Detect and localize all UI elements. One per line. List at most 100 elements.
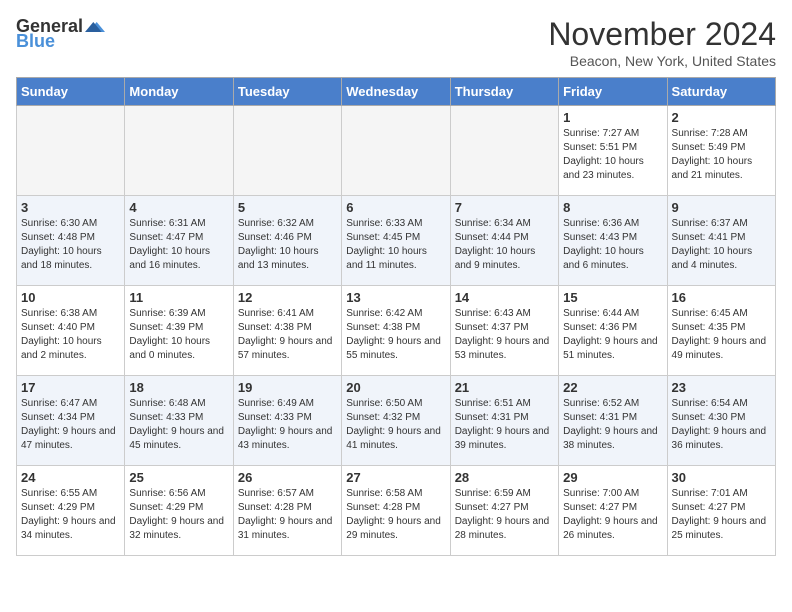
day-number: 21 [455, 380, 554, 395]
day-number: 30 [672, 470, 771, 485]
day-number: 3 [21, 200, 120, 215]
day-info: Sunrise: 7:00 AM Sunset: 4:27 PM Dayligh… [563, 487, 662, 543]
calendar-cell: 14 Sunrise: 6:43 AM Sunset: 4:37 PM Dayli… [450, 286, 558, 376]
logo-icon [85, 17, 105, 37]
day-number: 9 [672, 200, 771, 215]
day-info: Sunrise: 6:36 AM Sunset: 4:43 PM Dayligh… [563, 217, 662, 273]
week-row-5: 24 Sunrise: 6:55 AM Sunset: 4:29 PM Dayli… [17, 466, 776, 556]
day-number: 24 [21, 470, 120, 485]
calendar-cell: 20 Sunrise: 6:50 AM Sunset: 4:32 PM Dayli… [342, 376, 450, 466]
day-info: Sunrise: 6:58 AM Sunset: 4:28 PM Dayligh… [346, 487, 445, 543]
day-info: Sunrise: 6:54 AM Sunset: 4:30 PM Dayligh… [672, 397, 771, 453]
calendar-cell: 4Sunrise: 6:31 AM Sunset: 4:47 PM Daylig… [125, 196, 233, 286]
calendar-cell: 8 Sunrise: 6:36 AM Sunset: 4:43 PM Daylig… [559, 196, 667, 286]
day-number: 28 [455, 470, 554, 485]
day-number: 23 [672, 380, 771, 395]
calendar-cell: 21Sunrise: 6:51 AM Sunset: 4:31 PM Dayli… [450, 376, 558, 466]
calendar-cell: 5Sunrise: 6:32 AM Sunset: 4:46 PM Daylig… [233, 196, 341, 286]
day-number: 10 [21, 290, 120, 305]
week-row-3: 10Sunrise: 6:38 AM Sunset: 4:40 PM Dayli… [17, 286, 776, 376]
header-row: SundayMondayTuesdayWednesdayThursdayFrid… [17, 78, 776, 106]
day-info: Sunrise: 6:55 AM Sunset: 4:29 PM Dayligh… [21, 487, 120, 543]
day-info: Sunrise: 6:39 AM Sunset: 4:39 PM Dayligh… [129, 307, 228, 363]
calendar-table: SundayMondayTuesdayWednesdayThursdayFrid… [16, 77, 776, 556]
day-number: 25 [129, 470, 228, 485]
day-info: Sunrise: 6:49 AM Sunset: 4:33 PM Dayligh… [238, 397, 337, 453]
calendar-cell: 1 Sunrise: 7:27 AM Sunset: 5:51 PM Daylig… [559, 106, 667, 196]
day-number: 8 [563, 200, 662, 215]
calendar-cell: 27 Sunrise: 6:58 AM Sunset: 4:28 PM Dayli… [342, 466, 450, 556]
day-info: Sunrise: 6:52 AM Sunset: 4:31 PM Dayligh… [563, 397, 662, 453]
calendar-cell: 30 Sunrise: 7:01 AM Sunset: 4:27 PM Dayli… [667, 466, 775, 556]
calendar-cell: 15 Sunrise: 6:44 AM Sunset: 4:36 PM Dayli… [559, 286, 667, 376]
day-info: Sunrise: 6:44 AM Sunset: 4:36 PM Dayligh… [563, 307, 662, 363]
day-number: 13 [346, 290, 445, 305]
day-info: Sunrise: 6:56 AM Sunset: 4:29 PM Dayligh… [129, 487, 228, 543]
calendar-cell: 13 Sunrise: 6:42 AM Sunset: 4:38 PM Dayli… [342, 286, 450, 376]
calendar-cell: 25 Sunrise: 6:56 AM Sunset: 4:29 PM Dayli… [125, 466, 233, 556]
header-wednesday: Wednesday [342, 78, 450, 106]
calendar-cell: 19 Sunrise: 6:49 AM Sunset: 4:33 PM Dayli… [233, 376, 341, 466]
calendar-cell: 11 Sunrise: 6:39 AM Sunset: 4:39 PM Dayli… [125, 286, 233, 376]
header-sunday: Sunday [17, 78, 125, 106]
day-info: Sunrise: 6:48 AM Sunset: 4:33 PM Dayligh… [129, 397, 228, 453]
week-row-2: 3 Sunrise: 6:30 AM Sunset: 4:48 PM Daylig… [17, 196, 776, 286]
day-info: Sunrise: 6:34 AM Sunset: 4:44 PM Dayligh… [455, 217, 554, 273]
day-number: 19 [238, 380, 337, 395]
day-number: 29 [563, 470, 662, 485]
calendar-cell [125, 106, 233, 196]
header-thursday: Thursday [450, 78, 558, 106]
calendar-cell [233, 106, 341, 196]
calendar-cell: 24 Sunrise: 6:55 AM Sunset: 4:29 PM Dayli… [17, 466, 125, 556]
calendar-cell: 3 Sunrise: 6:30 AM Sunset: 4:48 PM Daylig… [17, 196, 125, 286]
day-number: 6 [346, 200, 445, 215]
day-info: Sunrise: 7:28 AM Sunset: 5:49 PM Dayligh… [672, 127, 771, 183]
calendar-cell: 28Sunrise: 6:59 AM Sunset: 4:27 PM Dayli… [450, 466, 558, 556]
calendar-cell: 6 Sunrise: 6:33 AM Sunset: 4:45 PM Daylig… [342, 196, 450, 286]
day-number: 1 [563, 110, 662, 125]
month-title: November 2024 [548, 16, 776, 53]
logo: General Blue [16, 16, 105, 52]
day-number: 26 [238, 470, 337, 485]
day-info: Sunrise: 6:41 AM Sunset: 4:38 PM Dayligh… [238, 307, 337, 363]
calendar-cell: 16Sunrise: 6:45 AM Sunset: 4:35 PM Dayli… [667, 286, 775, 376]
header-friday: Friday [559, 78, 667, 106]
day-info: Sunrise: 6:37 AM Sunset: 4:41 PM Dayligh… [672, 217, 771, 273]
day-number: 12 [238, 290, 337, 305]
calendar-cell: 2 Sunrise: 7:28 AM Sunset: 5:49 PM Daylig… [667, 106, 775, 196]
day-info: Sunrise: 6:32 AM Sunset: 4:46 PM Dayligh… [238, 217, 337, 273]
day-info: Sunrise: 6:43 AM Sunset: 4:37 PM Dayligh… [455, 307, 554, 363]
day-number: 27 [346, 470, 445, 485]
day-number: 18 [129, 380, 228, 395]
calendar-cell [450, 106, 558, 196]
day-info: Sunrise: 6:45 AM Sunset: 4:35 PM Dayligh… [672, 307, 771, 363]
day-number: 17 [21, 380, 120, 395]
day-info: Sunrise: 6:33 AM Sunset: 4:45 PM Dayligh… [346, 217, 445, 273]
day-info: Sunrise: 7:01 AM Sunset: 4:27 PM Dayligh… [672, 487, 771, 543]
header-saturday: Saturday [667, 78, 775, 106]
calendar-cell: 26 Sunrise: 6:57 AM Sunset: 4:28 PM Dayli… [233, 466, 341, 556]
day-info: Sunrise: 6:42 AM Sunset: 4:38 PM Dayligh… [346, 307, 445, 363]
logo-blue-text: Blue [16, 31, 55, 52]
day-number: 15 [563, 290, 662, 305]
day-info: Sunrise: 6:50 AM Sunset: 4:32 PM Dayligh… [346, 397, 445, 453]
day-info: Sunrise: 6:30 AM Sunset: 4:48 PM Dayligh… [21, 217, 120, 273]
day-info: Sunrise: 7:27 AM Sunset: 5:51 PM Dayligh… [563, 127, 662, 183]
location: Beacon, New York, United States [548, 53, 776, 69]
day-number: 7 [455, 200, 554, 215]
day-number: 11 [129, 290, 228, 305]
calendar-cell [17, 106, 125, 196]
calendar-cell: 17Sunrise: 6:47 AM Sunset: 4:34 PM Dayli… [17, 376, 125, 466]
week-row-4: 17Sunrise: 6:47 AM Sunset: 4:34 PM Dayli… [17, 376, 776, 466]
header: General Blue November 2024 Beacon, New Y… [16, 16, 776, 69]
calendar-cell: 7 Sunrise: 6:34 AM Sunset: 4:44 PM Daylig… [450, 196, 558, 286]
day-info: Sunrise: 6:31 AM Sunset: 4:47 PM Dayligh… [129, 217, 228, 273]
day-number: 2 [672, 110, 771, 125]
header-tuesday: Tuesday [233, 78, 341, 106]
day-info: Sunrise: 6:57 AM Sunset: 4:28 PM Dayligh… [238, 487, 337, 543]
calendar-cell: 29 Sunrise: 7:00 AM Sunset: 4:27 PM Dayli… [559, 466, 667, 556]
header-monday: Monday [125, 78, 233, 106]
day-number: 20 [346, 380, 445, 395]
day-number: 14 [455, 290, 554, 305]
calendar-cell: 9 Sunrise: 6:37 AM Sunset: 4:41 PM Daylig… [667, 196, 775, 286]
